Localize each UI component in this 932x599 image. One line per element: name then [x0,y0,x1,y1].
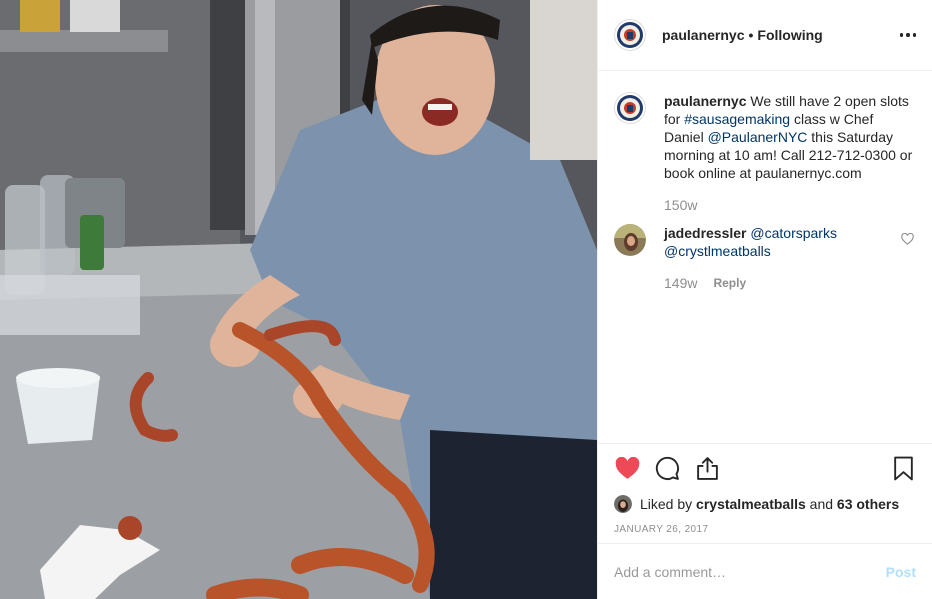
add-comment-bar: Post [598,543,932,599]
following-button[interactable]: Following [757,27,822,43]
post-actions: Liked by crystalmeatballs and 63 others … [598,443,932,535]
reply-button[interactable]: Reply [713,274,746,292]
comment-username[interactable]: jadedressler [664,225,747,241]
comments-section: paulanernyc We still have 2 open slots f… [598,71,932,443]
post-comment-button[interactable]: Post [886,564,916,580]
share-icon[interactable] [694,455,720,481]
post-date[interactable]: JANUARY 26, 2017 [598,524,932,535]
paulaner-logo-avatar[interactable] [614,92,646,124]
comment-age[interactable]: 149w [664,274,697,292]
paulaner-logo-avatar[interactable] [614,19,646,51]
caption-meta: 150w [664,196,916,214]
header-separator: • [748,27,754,43]
caption-username[interactable]: paulanernyc [664,93,746,109]
post-photo[interactable] [0,0,597,599]
comment-icon[interactable] [654,455,680,481]
caption-text: paulanernyc We still have 2 open slots f… [664,92,916,182]
mention-link[interactable]: @catorsparks [750,225,837,241]
heart-filled-icon[interactable] [614,455,640,481]
mention-link[interactable]: @crystlmeatballs [664,243,771,259]
commenter-avatar[interactable] [614,224,646,256]
caption: paulanernyc We still have 2 open slots f… [614,71,916,214]
likes-prefix: Liked by [640,496,693,512]
comment-text: jadedressler @catorsparks @crystlmeatbal… [664,224,894,260]
liker-avatar[interactable] [614,495,632,513]
likes-others-link[interactable]: 63 others [837,496,899,512]
likes-middle: and [809,496,834,512]
bookmark-icon[interactable] [890,455,916,481]
caption-age[interactable]: 150w [664,196,697,214]
photo-woman-making-sausages [0,0,597,599]
mention-link[interactable]: @PaulanerNYC [708,129,808,145]
like-comment-heart-icon[interactable] [901,233,914,245]
header-username[interactable]: paulanernyc [662,27,744,43]
post-details-panel: paulanernyc • Following paulanernyc We s… [597,0,932,599]
comment-item: jadedressler @catorsparks @crystlmeatbal… [614,214,916,292]
post-header: paulanernyc • Following [598,0,932,71]
liker-username[interactable]: crystalmeatballs [696,496,806,512]
comment-meta: 149w Reply [664,274,894,292]
hashtag-link[interactable]: #sausagemaking [684,111,790,127]
more-options-icon[interactable] [899,27,916,43]
likes-summary: Liked by crystalmeatballs and 63 others [598,492,932,516]
comment-input[interactable] [614,563,886,580]
